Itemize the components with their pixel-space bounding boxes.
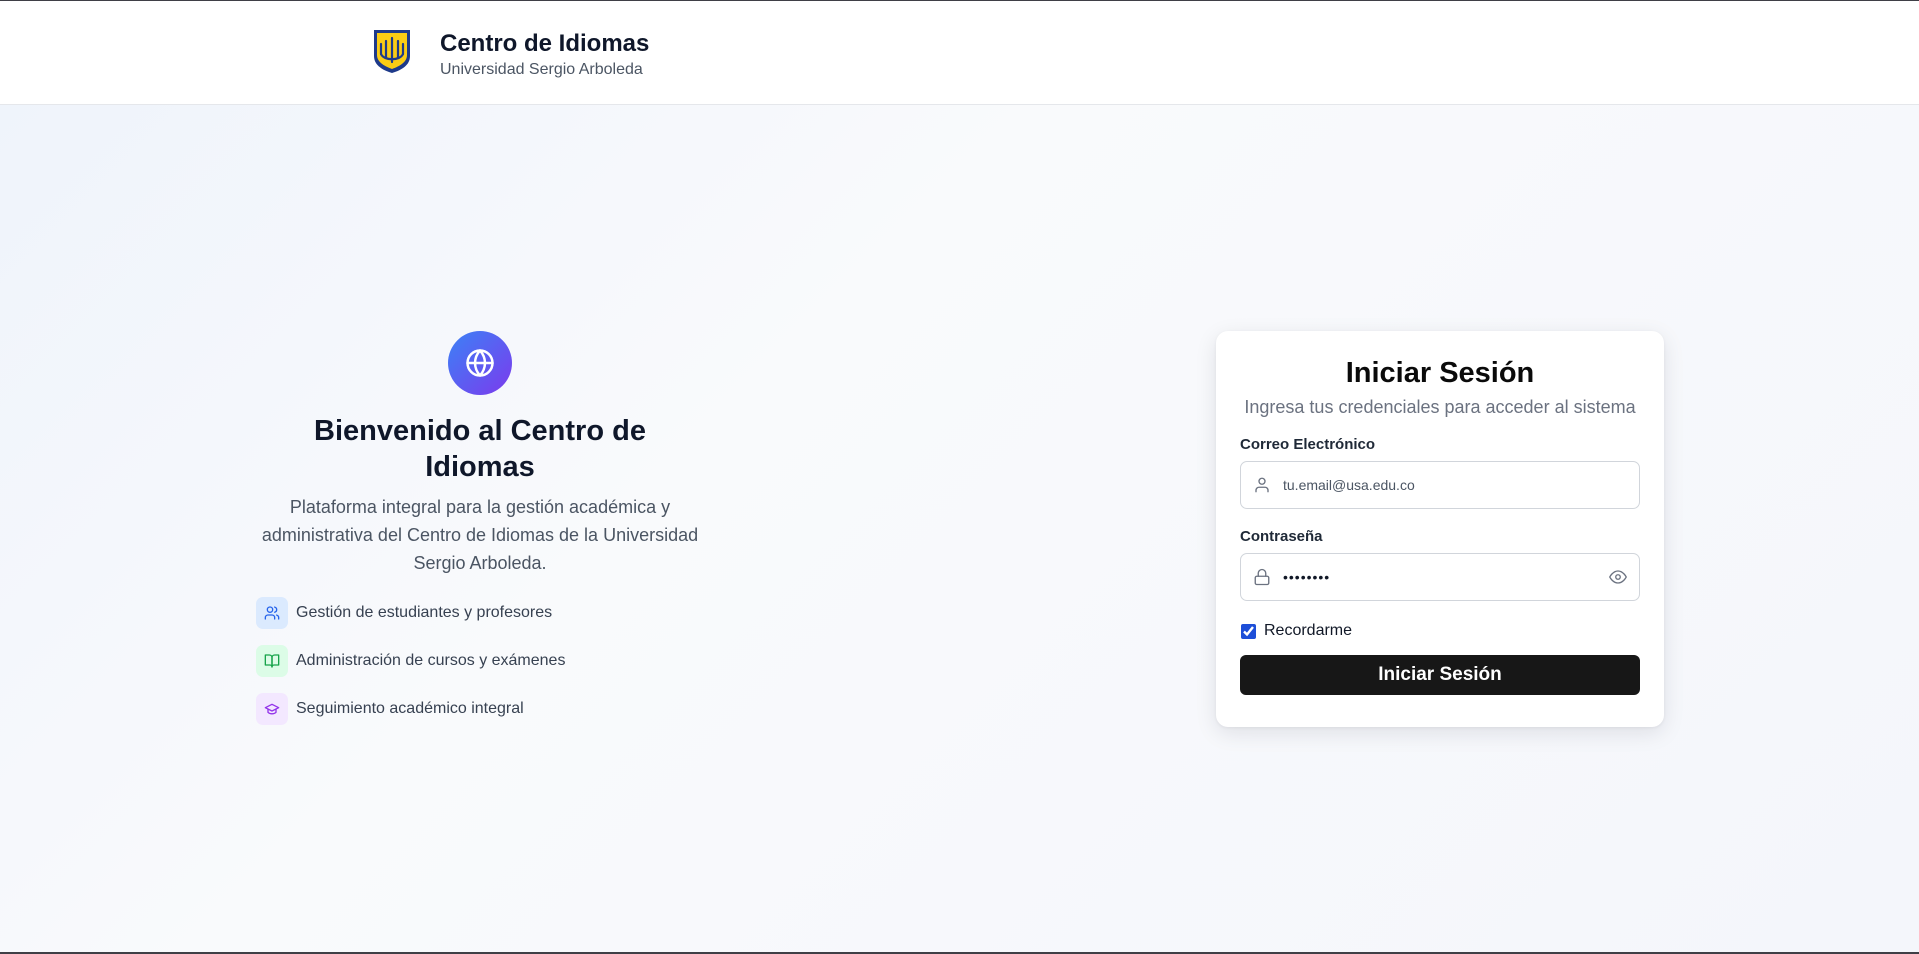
password-input[interactable] bbox=[1283, 569, 1609, 585]
user-icon bbox=[1255, 477, 1269, 493]
welcome-heading: Bienvenido al Centro de Idiomas bbox=[314, 415, 646, 483]
feature-label: Seguimiento académico integral bbox=[296, 700, 524, 717]
globe-icon bbox=[448, 331, 512, 395]
feature-list: Gestión de estudiantes y profesores Admi… bbox=[256, 597, 720, 725]
remember-checkbox[interactable] bbox=[1241, 623, 1256, 639]
email-label: Correo Electrónico bbox=[1240, 436, 1376, 453]
welcome-description: Plataforma integral para la gestión acad… bbox=[261, 497, 699, 573]
graduation-cap-icon bbox=[256, 693, 288, 725]
lock-icon bbox=[1254, 568, 1270, 586]
university-shield-logo bbox=[374, 30, 410, 73]
book-open-icon bbox=[256, 645, 288, 677]
site-header: Centro de Idiomas Universidad Sergio Arb… bbox=[0, 1, 1919, 105]
feature-item: Gestión de estudiantes y profesores bbox=[256, 597, 720, 629]
login-submit-button[interactable]: Iniciar Sesión bbox=[1240, 655, 1640, 695]
remember-row: Recordarme bbox=[1240, 621, 1640, 641]
password-field-wrapper bbox=[1240, 553, 1640, 601]
feature-label: Gestión de estudiantes y profesores bbox=[296, 604, 553, 621]
brand[interactable]: Centro de Idiomas Universidad Sergio Arb… bbox=[372, 28, 649, 80]
brand-title: Centro de Idiomas bbox=[440, 30, 650, 57]
login-title: Iniciar Sesión bbox=[1345, 357, 1535, 389]
feature-item: Administración de cursos y exámenes bbox=[256, 645, 720, 677]
users-icon bbox=[256, 597, 288, 629]
login-card: Iniciar Sesión Ingresa tus credenciales … bbox=[1216, 331, 1664, 727]
login-subtitle: Ingresa tus credenciales para acceder al… bbox=[1244, 397, 1636, 417]
brand-subtitle: Universidad Sergio Arboleda bbox=[440, 61, 643, 78]
feature-item: Seguimiento académico integral bbox=[256, 693, 720, 725]
email-field-wrapper bbox=[1240, 461, 1640, 509]
welcome-panel: Bienvenido al Centro de Idiomas Platafor… bbox=[240, 331, 720, 741]
feature-label: Administración de cursos y exámenes bbox=[296, 652, 566, 669]
email-input[interactable] bbox=[1283, 477, 1627, 493]
eye-icon[interactable] bbox=[1609, 568, 1627, 586]
password-label: Contraseña bbox=[1240, 528, 1323, 545]
remember-label[interactable]: Recordarme bbox=[1264, 622, 1352, 640]
